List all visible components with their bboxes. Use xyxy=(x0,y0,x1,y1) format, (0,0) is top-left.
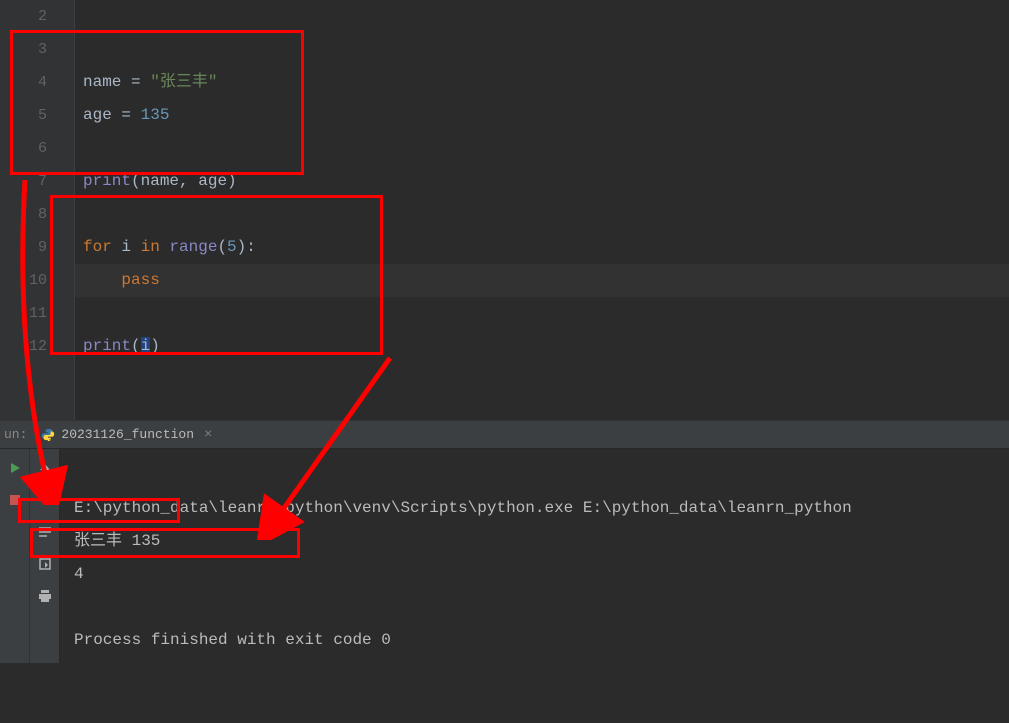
line-number: 11 xyxy=(0,297,47,330)
line-number: 4 xyxy=(0,66,47,99)
soft-wrap-button[interactable] xyxy=(34,521,56,543)
line-number: 3 xyxy=(0,33,47,66)
run-panel-title: un: xyxy=(4,427,33,442)
console-line: E:\python_data\leanrn_python\venv\Script… xyxy=(74,492,852,525)
line-number: 6 xyxy=(0,132,47,165)
down-button[interactable] xyxy=(34,489,56,511)
rerun-button[interactable] xyxy=(4,457,26,479)
line-number: 10 xyxy=(0,264,47,297)
python-icon xyxy=(41,428,55,442)
up-button[interactable] xyxy=(34,457,56,479)
line-number: 9 xyxy=(0,231,47,264)
code-editor[interactable]: 2 3 4 5 6 7 8 9 10 11 12 name = "张三丰"age… xyxy=(0,0,1009,420)
line-number-gutter: 2 3 4 5 6 7 8 9 10 11 12 xyxy=(0,0,65,420)
console-line: 张三丰 135 xyxy=(74,525,852,558)
console-line: 4 xyxy=(74,558,852,591)
console-line: Process finished with exit code 0 xyxy=(74,624,852,657)
console-output[interactable]: E:\python_data\leanrn_python\venv\Script… xyxy=(60,449,852,663)
line-number: 8 xyxy=(0,198,47,231)
line-number: 5 xyxy=(0,99,47,132)
code-content[interactable]: name = "张三丰"age = 135print(name, age)for… xyxy=(65,0,256,420)
console-line xyxy=(74,591,852,624)
line-number: 7 xyxy=(0,165,47,198)
stop-button[interactable] xyxy=(4,489,26,511)
line-number: 2 xyxy=(0,0,47,33)
line-number: 12 xyxy=(0,330,47,363)
print-button[interactable] xyxy=(34,585,56,607)
scroll-to-end-button[interactable] xyxy=(34,553,56,575)
run-toolbar-2 xyxy=(30,449,60,663)
run-toolbar-left xyxy=(0,449,30,663)
